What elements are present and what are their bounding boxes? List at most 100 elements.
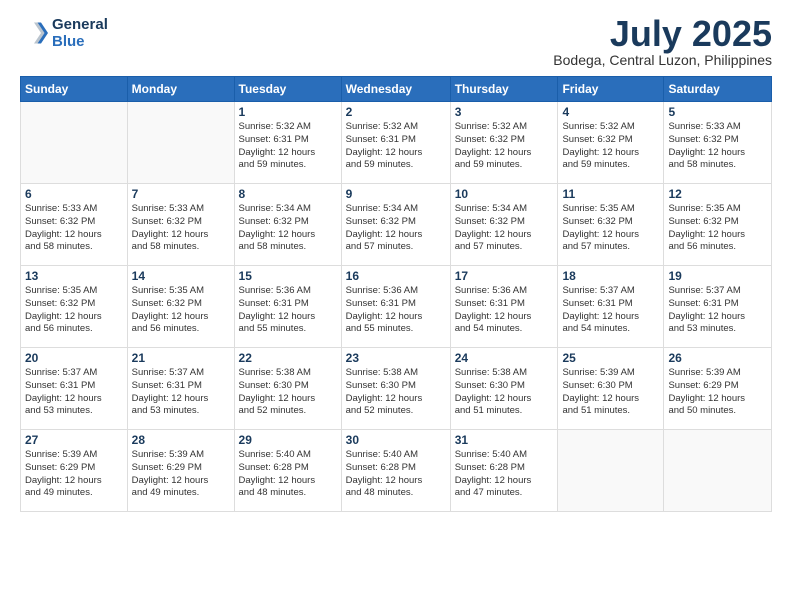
calendar-day-header: Friday (558, 77, 664, 102)
day-info: Sunrise: 5:38 AM Sunset: 6:30 PM Dayligh… (239, 367, 337, 418)
day-info: Sunrise: 5:39 AM Sunset: 6:29 PM Dayligh… (668, 367, 767, 418)
calendar-cell: 30 Sunrise: 5:40 AM Sunset: 6:28 PM Dayli… (341, 430, 450, 512)
day-info: Sunrise: 5:39 AM Sunset: 6:29 PM Dayligh… (25, 449, 123, 500)
day-number: 10 (455, 187, 554, 201)
logo: General Blue (20, 16, 108, 50)
day-number: 17 (455, 269, 554, 283)
calendar-week-row: 13Sunrise: 5:35 AM Sunset: 6:32 PM Dayli… (21, 266, 772, 348)
day-info: Sunrise: 5:40 AM Sunset: 6:28 PM Dayligh… (239, 449, 337, 500)
calendar-cell: 3 Sunrise: 5:32 AM Sunset: 6:32 PM Daylig… (450, 102, 558, 184)
calendar-cell: 28 Sunrise: 5:39 AM Sunset: 6:29 PM Dayli… (127, 430, 234, 512)
day-number: 3 (455, 105, 554, 119)
calendar-cell: 1Sunrise: 5:32 AM Sunset: 6:31 PM Daylig… (234, 102, 341, 184)
calendar-cell: 9Sunrise: 5:34 AM Sunset: 6:32 PM Daylig… (341, 184, 450, 266)
day-info: Sunrise: 5:34 AM Sunset: 6:32 PM Dayligh… (239, 203, 337, 254)
day-info: Sunrise: 5:38 AM Sunset: 6:30 PM Dayligh… (455, 367, 554, 418)
day-info: Sunrise: 5:38 AM Sunset: 6:30 PM Dayligh… (346, 367, 446, 418)
calendar-cell: 31 Sunrise: 5:40 AM Sunset: 6:28 PM Dayli… (450, 430, 558, 512)
day-number: 1 (239, 105, 337, 119)
day-info: Sunrise: 5:36 AM Sunset: 6:31 PM Dayligh… (346, 285, 446, 336)
calendar-cell: 17 Sunrise: 5:36 AM Sunset: 6:31 PM Dayli… (450, 266, 558, 348)
day-info: Sunrise: 5:35 AM Sunset: 6:32 PM Dayligh… (668, 203, 767, 254)
logo-icon (20, 19, 48, 47)
title-block: July 2025 Bodega, Central Luzon, Philipp… (553, 16, 772, 68)
day-info: Sunrise: 5:32 AM Sunset: 6:32 PM Dayligh… (562, 121, 659, 172)
calendar-week-row: 6 Sunrise: 5:33 AM Sunset: 6:32 PM Daylig… (21, 184, 772, 266)
calendar-cell: 11 Sunrise: 5:35 AM Sunset: 6:32 PM Dayli… (558, 184, 664, 266)
calendar-cell: 2 Sunrise: 5:32 AM Sunset: 6:31 PM Daylig… (341, 102, 450, 184)
day-number: 28 (132, 433, 230, 447)
day-info: Sunrise: 5:34 AM Sunset: 6:32 PM Dayligh… (455, 203, 554, 254)
month-year: July 2025 (553, 16, 772, 52)
day-number: 26 (668, 351, 767, 365)
day-number: 2 (346, 105, 446, 119)
day-number: 30 (346, 433, 446, 447)
calendar-week-row: 20 Sunrise: 5:37 AM Sunset: 6:31 PM Dayli… (21, 348, 772, 430)
calendar-cell (21, 102, 128, 184)
day-info: Sunrise: 5:32 AM Sunset: 6:31 PM Dayligh… (346, 121, 446, 172)
day-number: 24 (455, 351, 554, 365)
calendar-cell: 13Sunrise: 5:35 AM Sunset: 6:32 PM Dayli… (21, 266, 128, 348)
calendar-cell: 4 Sunrise: 5:32 AM Sunset: 6:32 PM Daylig… (558, 102, 664, 184)
day-number: 6 (25, 187, 123, 201)
calendar-day-header: Wednesday (341, 77, 450, 102)
day-info: Sunrise: 5:40 AM Sunset: 6:28 PM Dayligh… (455, 449, 554, 500)
calendar-cell (127, 102, 234, 184)
calendar-cell: 29 Sunrise: 5:40 AM Sunset: 6:28 PM Dayli… (234, 430, 341, 512)
calendar-cell: 12 Sunrise: 5:35 AM Sunset: 6:32 PM Dayli… (664, 184, 772, 266)
day-info: Sunrise: 5:37 AM Sunset: 6:31 PM Dayligh… (25, 367, 123, 418)
day-info: Sunrise: 5:36 AM Sunset: 6:31 PM Dayligh… (239, 285, 337, 336)
day-info: Sunrise: 5:39 AM Sunset: 6:29 PM Dayligh… (132, 449, 230, 500)
day-number: 19 (668, 269, 767, 283)
day-number: 25 (562, 351, 659, 365)
calendar-cell: 23Sunrise: 5:38 AM Sunset: 6:30 PM Dayli… (341, 348, 450, 430)
day-number: 15 (239, 269, 337, 283)
calendar-cell: 16 Sunrise: 5:36 AM Sunset: 6:31 PM Dayli… (341, 266, 450, 348)
day-info: Sunrise: 5:35 AM Sunset: 6:32 PM Dayligh… (25, 285, 123, 336)
day-number: 5 (668, 105, 767, 119)
day-info: Sunrise: 5:39 AM Sunset: 6:30 PM Dayligh… (562, 367, 659, 418)
calendar-cell: 14 Sunrise: 5:35 AM Sunset: 6:32 PM Dayli… (127, 266, 234, 348)
day-info: Sunrise: 5:35 AM Sunset: 6:32 PM Dayligh… (562, 203, 659, 254)
day-number: 14 (132, 269, 230, 283)
calendar-cell: 15 Sunrise: 5:36 AM Sunset: 6:31 PM Dayli… (234, 266, 341, 348)
day-number: 7 (132, 187, 230, 201)
location: Bodega, Central Luzon, Philippines (553, 52, 772, 68)
day-info: Sunrise: 5:32 AM Sunset: 6:32 PM Dayligh… (455, 121, 554, 172)
day-info: Sunrise: 5:40 AM Sunset: 6:28 PM Dayligh… (346, 449, 446, 500)
calendar-day-header: Sunday (21, 77, 128, 102)
header: General Blue July 2025 Bodega, Central L… (20, 16, 772, 68)
calendar-cell: 25 Sunrise: 5:39 AM Sunset: 6:30 PM Dayli… (558, 348, 664, 430)
calendar-day-header: Saturday (664, 77, 772, 102)
day-info: Sunrise: 5:33 AM Sunset: 6:32 PM Dayligh… (668, 121, 767, 172)
day-number: 8 (239, 187, 337, 201)
calendar-cell: 22Sunrise: 5:38 AM Sunset: 6:30 PM Dayli… (234, 348, 341, 430)
calendar-cell: 6 Sunrise: 5:33 AM Sunset: 6:32 PM Daylig… (21, 184, 128, 266)
calendar-cell: 20 Sunrise: 5:37 AM Sunset: 6:31 PM Dayli… (21, 348, 128, 430)
calendar-cell: 10 Sunrise: 5:34 AM Sunset: 6:32 PM Dayli… (450, 184, 558, 266)
day-number: 9 (346, 187, 446, 201)
day-number: 16 (346, 269, 446, 283)
day-number: 4 (562, 105, 659, 119)
calendar-day-header: Thursday (450, 77, 558, 102)
day-number: 31 (455, 433, 554, 447)
day-info: Sunrise: 5:33 AM Sunset: 6:32 PM Dayligh… (25, 203, 123, 254)
calendar-cell: 19Sunrise: 5:37 AM Sunset: 6:31 PM Dayli… (664, 266, 772, 348)
calendar-cell: 5 Sunrise: 5:33 AM Sunset: 6:32 PM Daylig… (664, 102, 772, 184)
calendar-cell: 8 Sunrise: 5:34 AM Sunset: 6:32 PM Daylig… (234, 184, 341, 266)
calendar-cell: 26 Sunrise: 5:39 AM Sunset: 6:29 PM Dayli… (664, 348, 772, 430)
calendar-day-header: Tuesday (234, 77, 341, 102)
day-info: Sunrise: 5:35 AM Sunset: 6:32 PM Dayligh… (132, 285, 230, 336)
page: General Blue July 2025 Bodega, Central L… (0, 0, 792, 612)
day-number: 20 (25, 351, 123, 365)
day-info: Sunrise: 5:36 AM Sunset: 6:31 PM Dayligh… (455, 285, 554, 336)
calendar-header-row: SundayMondayTuesdayWednesdayThursdayFrid… (21, 77, 772, 102)
day-number: 12 (668, 187, 767, 201)
calendar-cell: 18 Sunrise: 5:37 AM Sunset: 6:31 PM Dayli… (558, 266, 664, 348)
calendar-week-row: 27Sunrise: 5:39 AM Sunset: 6:29 PM Dayli… (21, 430, 772, 512)
calendar-cell: 24 Sunrise: 5:38 AM Sunset: 6:30 PM Dayli… (450, 348, 558, 430)
day-number: 11 (562, 187, 659, 201)
day-info: Sunrise: 5:37 AM Sunset: 6:31 PM Dayligh… (562, 285, 659, 336)
day-number: 29 (239, 433, 337, 447)
day-number: 18 (562, 269, 659, 283)
